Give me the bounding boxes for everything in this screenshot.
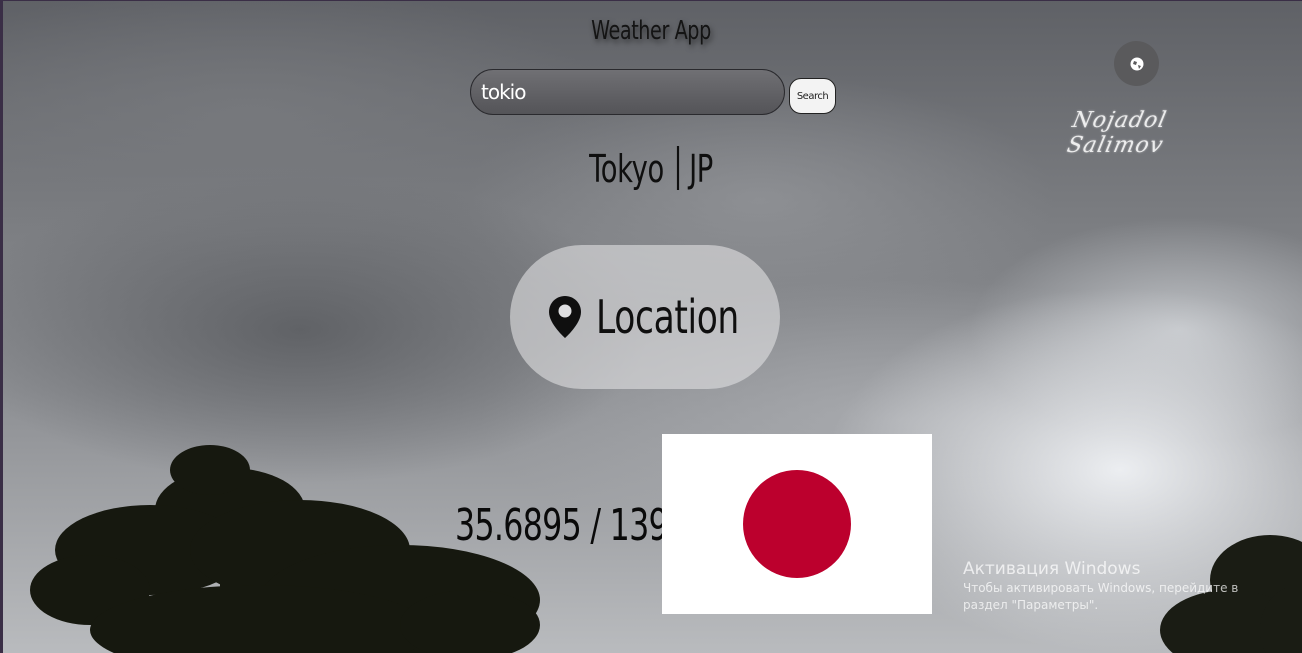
flag-sun-disc bbox=[743, 470, 851, 578]
windows-activation-watermark: Активация Windows Чтобы активировать Win… bbox=[963, 558, 1293, 614]
country-flag bbox=[662, 434, 932, 614]
author-signature: Nojadol Salimov bbox=[1064, 108, 1170, 158]
city-name: Tokyo bbox=[589, 147, 664, 191]
activation-line-1: Чтобы активировать Windows, перейдите в bbox=[963, 581, 1239, 595]
app-title: Weather App bbox=[591, 16, 711, 46]
activation-title: Активация Windows bbox=[963, 559, 1141, 579]
coordinates-text: 35.6895 / 139.6917 bbox=[455, 500, 756, 551]
city-country-divider bbox=[676, 146, 680, 190]
window-frame-top bbox=[0, 0, 1302, 1]
location-label: Location bbox=[596, 290, 740, 344]
window-frame-left bbox=[0, 0, 3, 653]
globe-icon bbox=[1130, 57, 1143, 70]
country-code: JP bbox=[689, 147, 713, 191]
location-button[interactable]: Location bbox=[510, 245, 780, 389]
city-country-heading: Tokyo JP bbox=[182, 146, 1119, 191]
search-button[interactable]: Search bbox=[789, 78, 836, 114]
search-input[interactable] bbox=[470, 69, 785, 115]
map-pin-icon bbox=[549, 296, 582, 338]
avatar-button[interactable] bbox=[1114, 41, 1159, 86]
activation-line-2: раздел "Параметры". bbox=[963, 598, 1099, 612]
